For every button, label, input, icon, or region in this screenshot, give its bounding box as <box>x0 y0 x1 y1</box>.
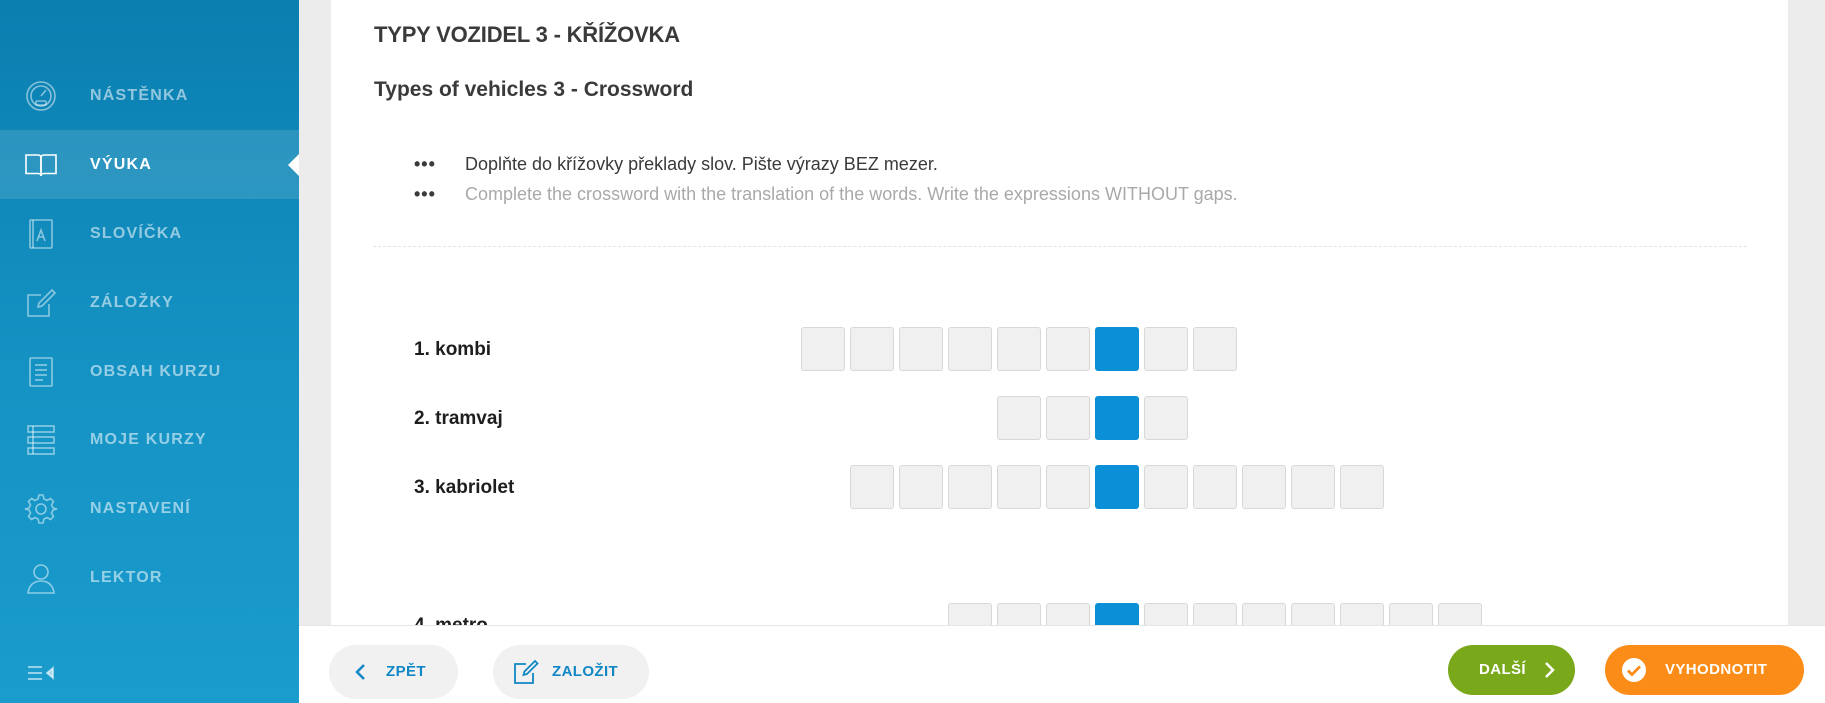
crossword-cell[interactable] <box>997 465 1041 509</box>
instruction-en-text: Complete the crossword with the translat… <box>465 184 1238 204</box>
evaluate-button-label: VYHODNOTIT <box>1665 661 1768 678</box>
sidebar-item-label: OBSAH KURZU <box>90 362 222 380</box>
crossword-cell[interactable] <box>1193 465 1237 509</box>
bookmark-button-label: ZALOŽIT <box>552 663 619 680</box>
crossword-row-label: 1. kombi <box>414 339 492 360</box>
crossword-cell[interactable] <box>899 465 943 509</box>
bookmark-button[interactable]: ZALOŽIT <box>493 645 649 699</box>
back-button[interactable]: ZPĚT <box>329 645 458 699</box>
edit-note-icon <box>24 286 58 320</box>
evaluate-button[interactable]: VYHODNOTIT <box>1605 645 1804 695</box>
next-button[interactable]: DALŠÍ <box>1448 645 1575 695</box>
crossword-cell[interactable] <box>1144 396 1188 440</box>
check-circle-icon <box>1622 658 1646 682</box>
crossword-cell[interactable] <box>801 327 845 371</box>
crossword-cell[interactable] <box>1193 327 1237 371</box>
instruction-cz-text: Doplňte do křížovky překlady slov. Pište… <box>465 154 938 174</box>
bottom-action-bar: ZPĚT ZALOŽIT DALŠÍ VYHODNOTIT <box>299 625 1825 703</box>
back-button-label: ZPĚT <box>386 663 426 680</box>
crossword-row-label: 3. kabriolet <box>414 477 515 498</box>
crossword-cell[interactable] <box>948 465 992 509</box>
lecturer-person-icon <box>24 561 58 595</box>
open-book-icon <box>24 148 58 182</box>
sidebar-item-label: NASTAVENÍ <box>90 499 191 517</box>
sidebar-item-slovicka[interactable]: SLOVÍČKA <box>0 199 299 268</box>
dictionary-book-icon <box>24 217 58 251</box>
crossword-key-cell[interactable] <box>1095 327 1139 371</box>
sidebar-item-label: LEKTOR <box>90 568 163 586</box>
crossword-cell[interactable] <box>1340 465 1384 509</box>
crossword-cell[interactable] <box>997 327 1041 371</box>
chevron-right-icon <box>1545 662 1555 678</box>
crossword-cell[interactable] <box>1144 465 1188 509</box>
exercise-title-cz: TYPY VOZIDEL 3 - KŘÍŽOVKA <box>374 22 680 47</box>
sidebar-item-zalozky[interactable]: ZÁLOŽKY <box>0 268 299 337</box>
sidebar-item-vyuka[interactable]: VÝUKA <box>0 130 299 199</box>
sidebar-item-nastenka[interactable]: NÁSTĚNKA <box>0 61 299 130</box>
bullet-icon: ••• <box>414 184 436 204</box>
collapse-menu-icon[interactable] <box>26 662 56 684</box>
crossword-cell[interactable] <box>1046 327 1090 371</box>
crossword-row-label: 2. tramvaj <box>414 408 503 429</box>
crossword-cell[interactable] <box>899 327 943 371</box>
crossword-cell[interactable] <box>997 396 1041 440</box>
sidebar-item-nastaveni[interactable]: NASTAVENÍ <box>0 474 299 543</box>
courses-list-icon <box>24 423 58 457</box>
sidebar-item-label: MOJE KURZY <box>90 430 207 448</box>
crossword-cell[interactable] <box>1291 465 1335 509</box>
edit-note-icon <box>514 659 539 684</box>
bullet-icon: ••• <box>414 154 436 174</box>
crossword-cell[interactable] <box>1046 396 1090 440</box>
crossword-cell[interactable] <box>948 327 992 371</box>
chevron-left-icon <box>355 664 365 680</box>
crossword-key-cell[interactable] <box>1095 396 1139 440</box>
sidebar-item-label: NÁSTĚNKA <box>90 86 189 104</box>
crossword-cell[interactable] <box>1144 327 1188 371</box>
dashboard-gauge-icon <box>24 79 58 113</box>
crossword-cell[interactable] <box>1242 465 1286 509</box>
next-button-label: DALŠÍ <box>1479 661 1526 678</box>
gear-icon <box>24 492 58 526</box>
document-list-icon <box>24 355 58 389</box>
crossword-key-cell[interactable] <box>1095 465 1139 509</box>
exercise-title-en: Types of vehicles 3 - Crossword <box>374 78 694 101</box>
sidebar-item-obsah-kurzu[interactable]: OBSAH KURZU <box>0 337 299 406</box>
sidebar-item-label: VÝUKA <box>90 155 153 173</box>
crossword-cell[interactable] <box>850 327 894 371</box>
crossword-cell[interactable] <box>1046 465 1090 509</box>
divider <box>373 246 1747 247</box>
sidebar: NÁSTĚNKA VÝUKA SLOVÍČKA ZÁLOŽKY OBSAH KU… <box>0 0 299 703</box>
sidebar-item-lektor[interactable]: LEKTOR <box>0 543 299 612</box>
sidebar-item-label: ZÁLOŽKY <box>90 293 174 311</box>
sidebar-item-moje-kurzy[interactable]: MOJE KURZY <box>0 405 299 474</box>
crossword-cell[interactable] <box>850 465 894 509</box>
sidebar-item-label: SLOVÍČKA <box>90 224 183 242</box>
